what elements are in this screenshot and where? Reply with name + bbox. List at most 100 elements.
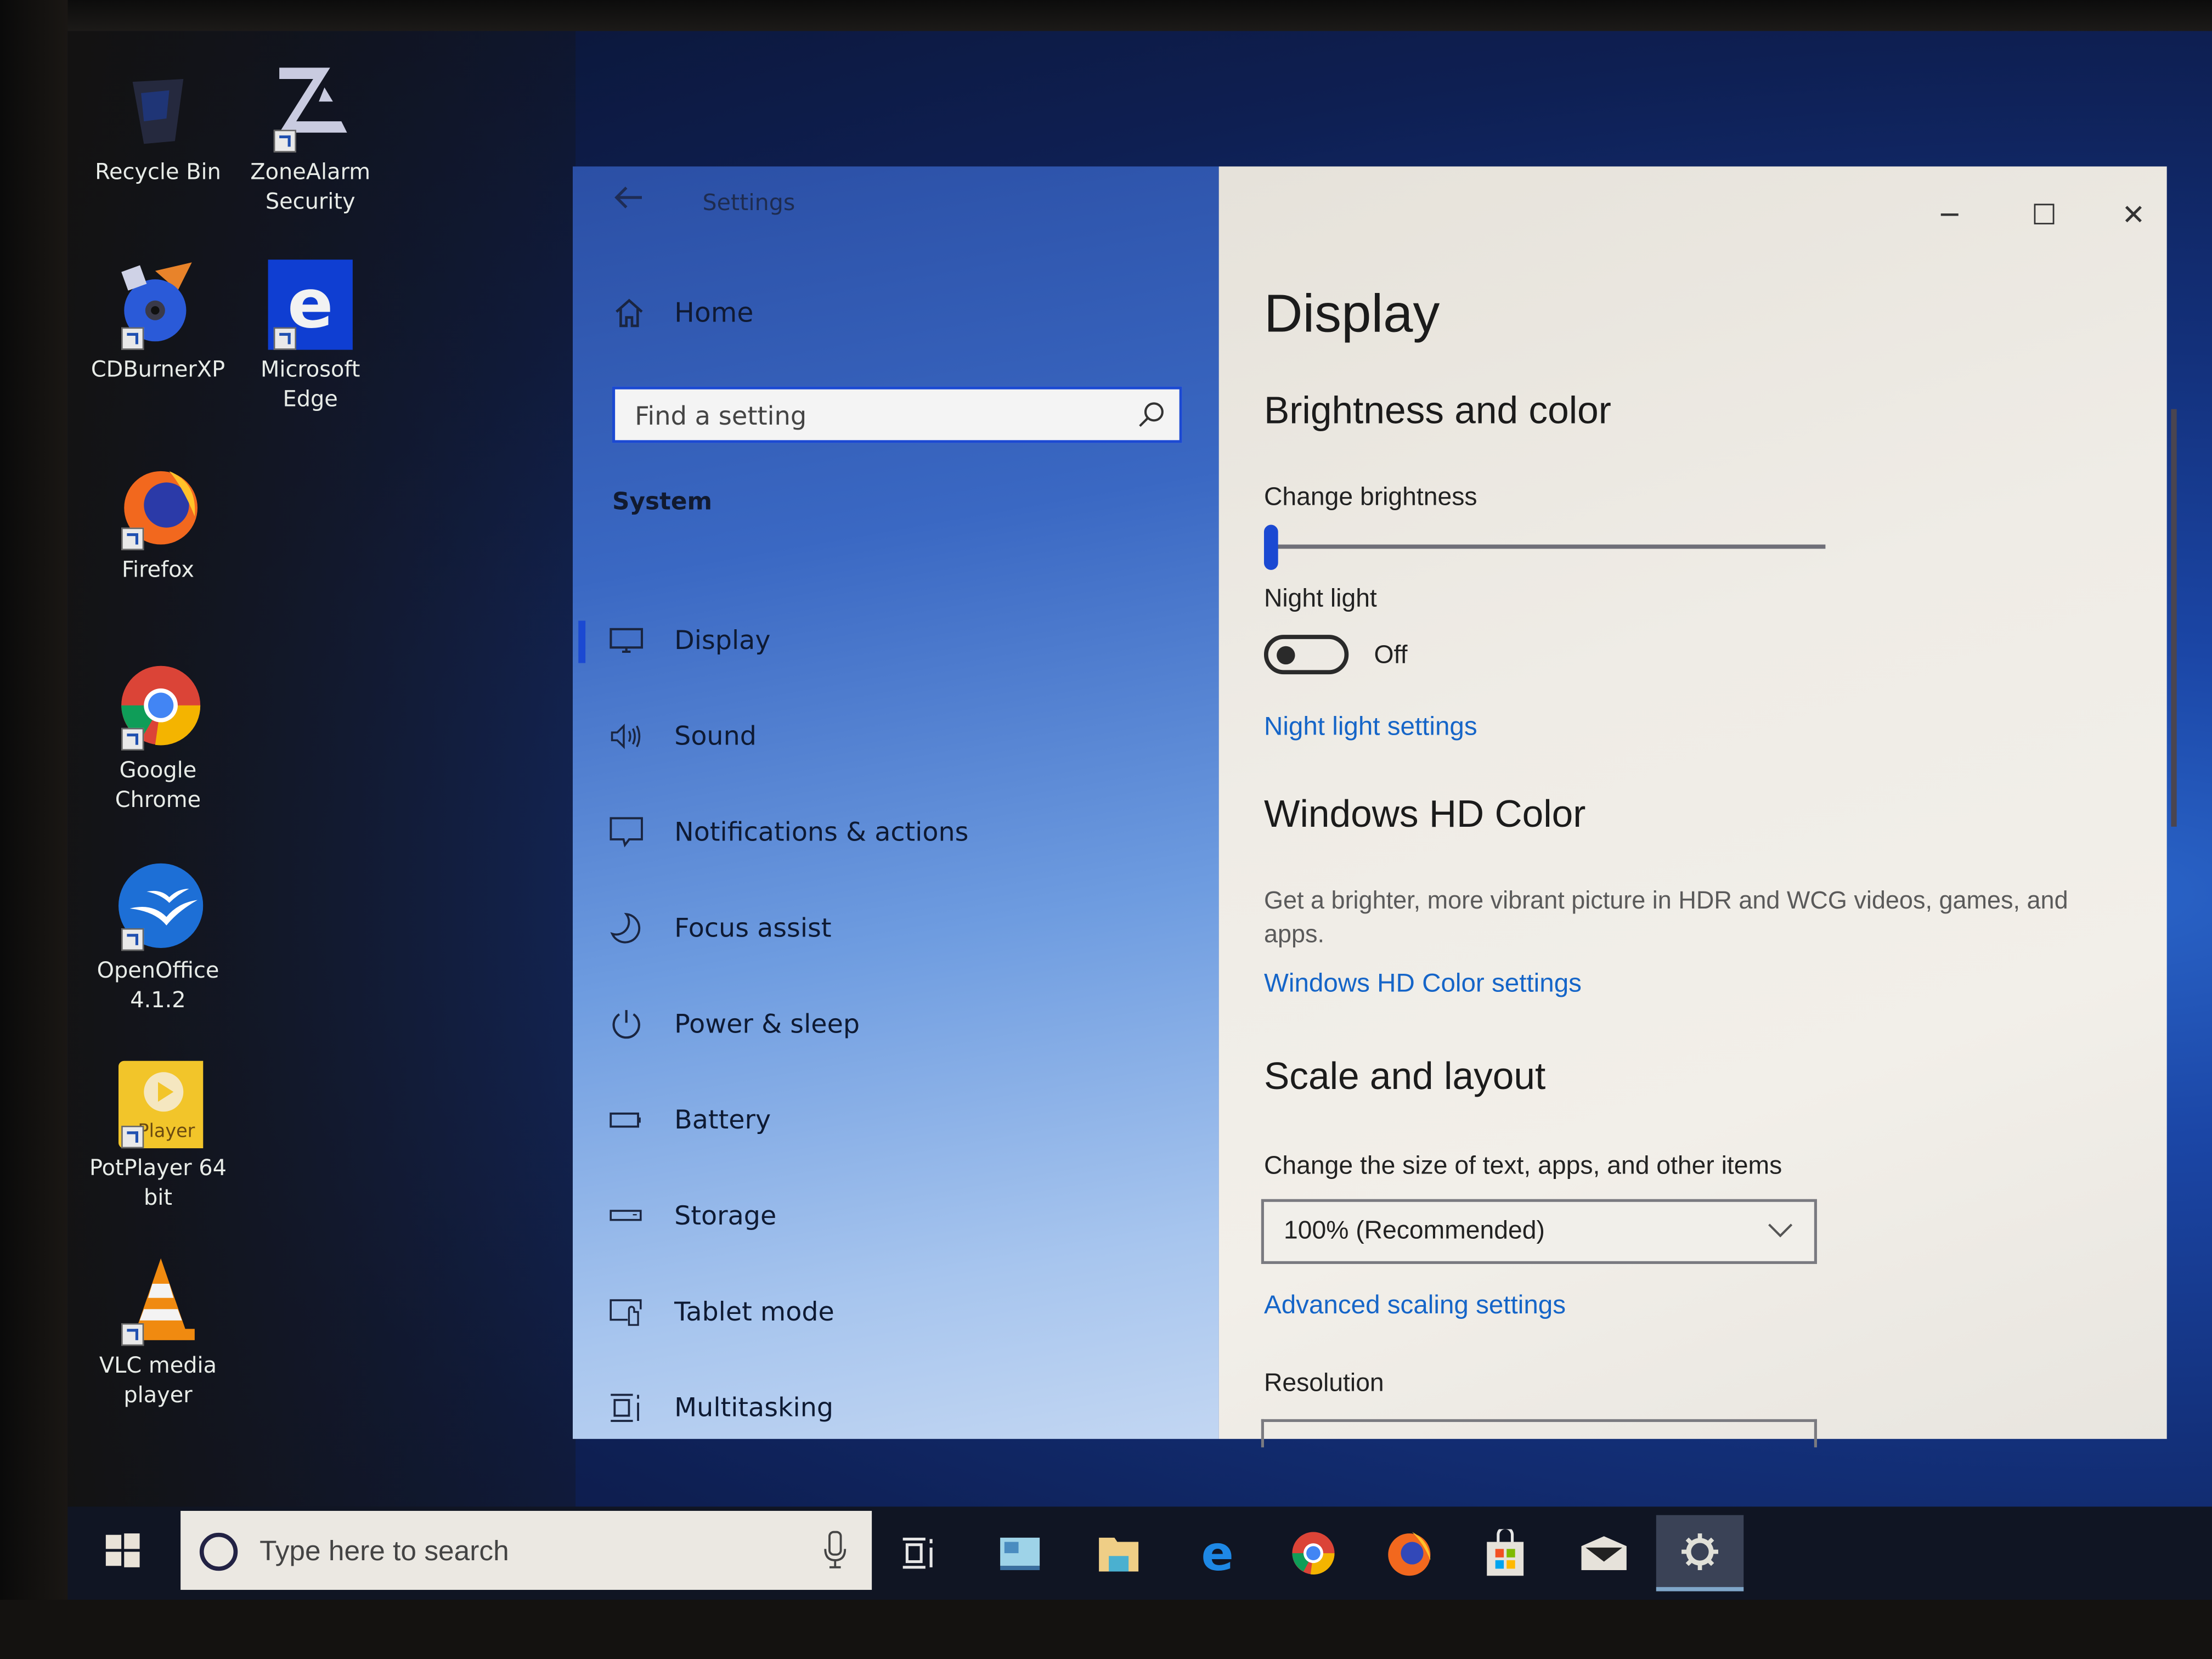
desktop-icon-label: Google Chrome [115, 757, 201, 813]
battery-icon [610, 1103, 644, 1137]
nav-item-label: Notifications & actions [674, 817, 969, 848]
storage-icon [610, 1199, 644, 1233]
night-light-label: Night light [1263, 584, 1377, 612]
desktop-icon-label: Recycle Bin [95, 159, 221, 185]
night-light-settings-link[interactable]: Night light settings [1264, 711, 1477, 742]
nav-item-power-sleep[interactable]: Power & sleep [573, 976, 1219, 1072]
home-icon [616, 298, 643, 328]
nav-home[interactable]: Home [612, 296, 753, 330]
desktop-icon-label: CDBurnerXP [91, 357, 225, 382]
hd-color-settings-link[interactable]: Windows HD Color settings [1264, 968, 1582, 999]
chrome-icon [1292, 1532, 1335, 1575]
nav-item-label: Focus assist [674, 913, 832, 943]
search-icon[interactable] [1137, 400, 1165, 435]
desktop-icon-label: PotPlayer 64 bit [89, 1155, 227, 1211]
microphone-icon[interactable] [824, 1531, 847, 1576]
nav-item-label: Power & sleep [674, 1009, 860, 1039]
nav-item-sound[interactable]: Sound [573, 689, 1219, 785]
taskbar-edge[interactable]: e [1173, 1515, 1261, 1592]
settings-window: Settings Home System Display So [572, 166, 2177, 1448]
notification-icon [610, 815, 644, 849]
nav-item-display[interactable]: Display [573, 592, 1219, 689]
task-view-icon [902, 1537, 933, 1569]
firefox-icon [1388, 1532, 1431, 1576]
nav-item-notifications[interactable]: Notifications & actions [573, 785, 1219, 881]
desktop-icon-label: VLC media player [99, 1352, 217, 1408]
toggle-knob [1277, 646, 1295, 665]
start-button[interactable] [104, 1532, 141, 1575]
desktop-icon-recycle-bin[interactable]: Recycle Bin [87, 62, 228, 188]
settings-nav-pane: Settings Home System Display So [572, 166, 1219, 1439]
slider-track [1267, 544, 1826, 549]
section-heading-brightness: Brightness and color [1263, 389, 1611, 432]
scale-dropdown[interactable]: 100% (Recommended) [1261, 1199, 1817, 1264]
back-button[interactable] [612, 183, 644, 217]
resolution-dropdown[interactable] [1261, 1419, 1817, 1448]
nav-item-multitasking[interactable]: Multitasking [573, 1360, 1219, 1456]
nav-section-label: System [612, 488, 713, 517]
multitasking-icon [610, 1391, 644, 1425]
taskbar-mail[interactable] [1560, 1515, 1647, 1592]
desktop-icon-cdburnerxp[interactable]: CDBurnerXP [87, 259, 228, 385]
taskbar-firefox[interactable] [1365, 1515, 1453, 1592]
find-setting-input[interactable] [631, 394, 1132, 438]
desktop-icon-potplayer[interactable]: Player PotPlayer 64 bit [87, 1058, 228, 1214]
potplayer-icon: Player [113, 1058, 209, 1149]
desktop-icon-chrome[interactable]: Google Chrome [87, 660, 228, 815]
minimize-button[interactable]: ─ [1941, 198, 1958, 232]
taskbar-search-input[interactable] [256, 1530, 799, 1573]
taskbar-settings[interactable] [1656, 1515, 1744, 1592]
svg-text:Player: Player [138, 1120, 195, 1142]
advanced-scaling-link[interactable]: Advanced scaling settings [1264, 1289, 1566, 1321]
nav-item-storage[interactable]: Storage [573, 1168, 1219, 1264]
find-setting-search[interactable] [612, 386, 1182, 443]
folder-icon [1099, 1537, 1139, 1572]
openoffice-icon [113, 861, 204, 951]
resolution-label: Resolution [1263, 1368, 1384, 1397]
edge-icon: e [265, 259, 356, 350]
firefox-icon [113, 460, 204, 550]
monitor-bezel-left [0, 0, 68, 1659]
moon-icon [610, 911, 644, 945]
close-button[interactable]: ✕ [2121, 198, 2145, 232]
night-light-toggle[interactable] [1263, 635, 1349, 675]
taskbar-store[interactable] [1462, 1515, 1549, 1592]
slider-thumb[interactable] [1263, 524, 1278, 570]
window-title: Settings [702, 189, 795, 216]
taskbar-search[interactable] [180, 1510, 872, 1590]
control-panel-icon [1000, 1537, 1040, 1570]
nav-item-label: Battery [674, 1105, 771, 1135]
nav-item-battery[interactable]: Battery [573, 1072, 1219, 1168]
scrollbar[interactable] [2171, 409, 2177, 827]
desktop-icon-openoffice[interactable]: OpenOffice 4.1.2 [87, 861, 228, 1016]
hd-color-description: Get a brighter, more vibrant picture in … [1263, 885, 2068, 948]
gear-icon [1681, 1532, 1718, 1570]
scale-dropdown-value: 100% (Recommended) [1283, 1216, 1545, 1244]
cortana-icon [198, 1531, 240, 1578]
desktop-icon-label: Firefox [122, 557, 194, 583]
zonealarm-icon [265, 62, 356, 153]
brightness-slider[interactable] [1263, 519, 1826, 575]
taskbar-file-explorer[interactable] [1075, 1515, 1162, 1592]
taskbar-control-panel[interactable] [976, 1515, 1063, 1592]
nav-item-tablet-mode[interactable]: Tablet mode [573, 1264, 1219, 1360]
night-light-state: Off [1374, 640, 1408, 669]
taskbar: e [67, 1506, 2212, 1600]
chrome-icon [113, 660, 204, 751]
monitor-icon [610, 624, 644, 658]
nav-home-label: Home [674, 297, 754, 329]
desktop-icon-vlc[interactable]: VLC media player [87, 1256, 228, 1411]
settings-content-pane: ─ ☐ ✕ Display Brightness and color Chang… [1218, 166, 2177, 1448]
taskbar-chrome[interactable] [1269, 1515, 1357, 1592]
desktop-icon-firefox[interactable]: Firefox [87, 460, 228, 585]
nav-item-label: Storage [674, 1201, 777, 1231]
desktop-icon-zonealarm[interactable]: ZoneAlarm Security [240, 62, 381, 217]
maximize-button[interactable]: ☐ [2032, 198, 2057, 232]
taskbar-task-view[interactable] [874, 1515, 962, 1592]
desktop-icon-edge[interactable]: e Microsoft Edge [240, 259, 381, 415]
nav-item-focus-assist[interactable]: Focus assist [573, 881, 1219, 977]
screen: Recycle Bin ZoneAlarm Security CDBurnerX… [0, 0, 2212, 1659]
section-heading-hd-color: Windows HD Color [1263, 793, 1586, 836]
page-title: Display [1263, 285, 1440, 345]
desktop-icon-label: Microsoft Edge [260, 357, 360, 412]
